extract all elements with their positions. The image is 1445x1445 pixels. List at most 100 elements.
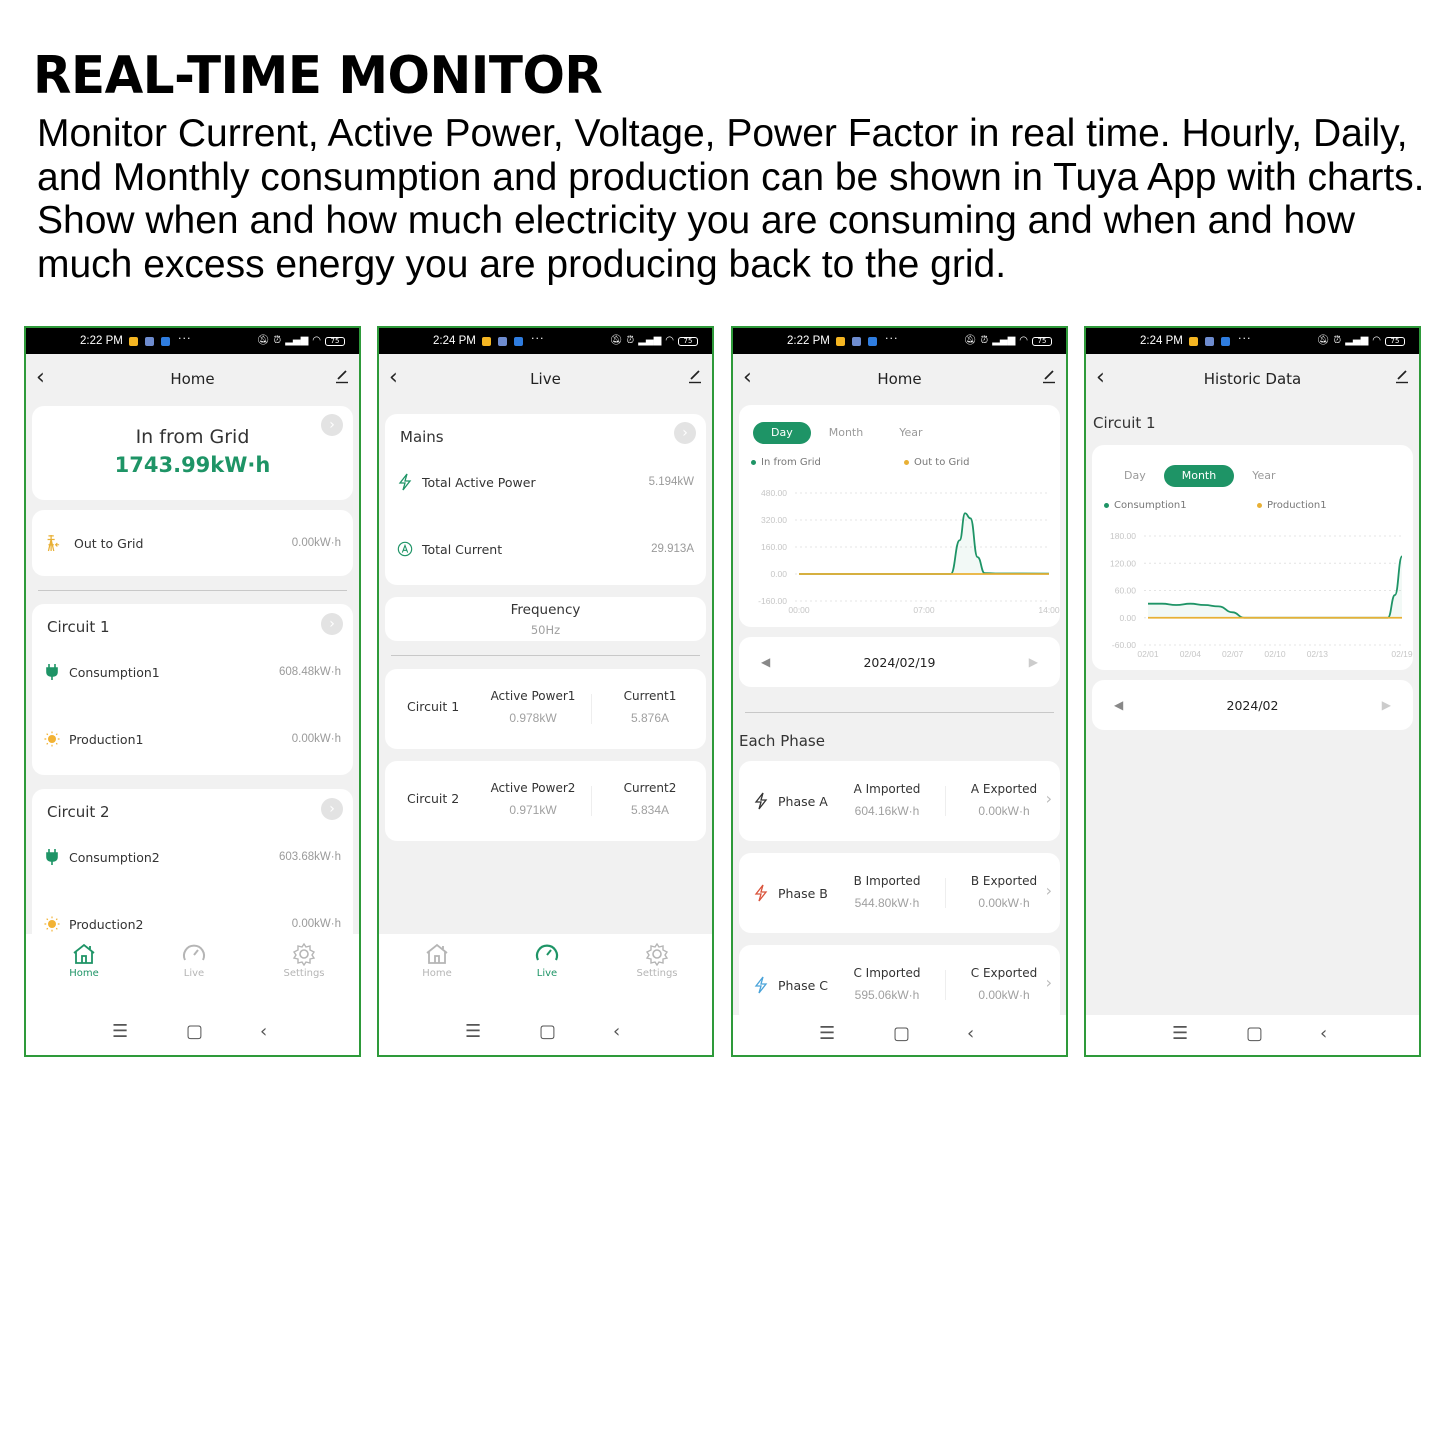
consumption-row: Consumption2 603.68kW·h bbox=[44, 848, 341, 868]
date-navigator: ◀ 2024/02/19 ▶ bbox=[739, 637, 1060, 687]
recents-icon[interactable]: ☰ bbox=[465, 1021, 481, 1042]
divider bbox=[391, 655, 700, 656]
gauge-icon bbox=[535, 944, 559, 961]
phone-screen-home-chart: 2:22 PM ··· 🔕︎ ⏰︎ ▂▄▆ ◠ 75 ‹ Home Day Mo… bbox=[731, 326, 1068, 1057]
phase-card[interactable]: Phase B B Imported 544.80kW·h B Exported… bbox=[739, 853, 1060, 933]
exported-metric: A Exported 0.00kW·h bbox=[954, 782, 1054, 818]
separator bbox=[591, 694, 592, 724]
exported-metric: C Exported 0.00kW·h bbox=[954, 966, 1054, 1002]
app-bar: ‹ Live bbox=[379, 354, 712, 404]
back-nav-icon[interactable]: ‹ bbox=[967, 1023, 974, 1044]
circuit-card[interactable]: › Circuit 2 Consumption2 603.68kW·h Prod… bbox=[32, 789, 353, 949]
chevron-right-icon[interactable]: › bbox=[321, 613, 343, 635]
phase-name: Phase B bbox=[778, 886, 828, 901]
active-power-value: 0.978kW bbox=[509, 711, 557, 725]
chevron-right-icon[interactable]: › bbox=[1046, 881, 1052, 900]
y-tick-label: 0.00 bbox=[770, 569, 787, 579]
month-energy-chart: 180.00 120.00 60.00 0.00 -60.0002/01 02/04 02/… bbox=[1110, 531, 1413, 659]
back-nav-icon[interactable]: ‹ bbox=[613, 1021, 620, 1042]
alarm-icon: ⏰︎ bbox=[1333, 335, 1342, 346]
next-date-button[interactable]: ▶ bbox=[1382, 698, 1391, 712]
phase-b-lightning-icon bbox=[754, 884, 768, 902]
circuit-title: Circuit 1 bbox=[407, 699, 460, 714]
bottom-tab-bar: Home Live Settings bbox=[26, 934, 359, 1014]
phone-screen-live: 2:24 PM ··· 🔕︎ ⏰︎ ▂▄▆ ◠ 75 ‹ Live › Main… bbox=[377, 326, 714, 1057]
screen-title: Live bbox=[530, 370, 561, 388]
y-tick-label: 60.00 bbox=[1115, 586, 1137, 596]
mute-icon: 🔕︎ bbox=[963, 335, 977, 346]
next-date-button[interactable]: ▶ bbox=[1029, 655, 1038, 669]
x-tick-label: 02/13 bbox=[1307, 649, 1329, 659]
circuit-live-card[interactable]: Circuit 1 Active Power1 0.978kW Current1… bbox=[385, 669, 706, 749]
out-to-grid-card[interactable]: Out to Grid 0.00kW·h bbox=[32, 510, 353, 576]
y-tick-label: -160.00 bbox=[758, 596, 787, 606]
chevron-right-icon[interactable]: › bbox=[1046, 973, 1052, 992]
edit-icon[interactable] bbox=[688, 368, 702, 384]
active-power-label: Active Power1 bbox=[490, 689, 576, 703]
recents-icon[interactable]: ☰ bbox=[112, 1021, 128, 1042]
home-nav-icon[interactable]: ▢ bbox=[1246, 1023, 1263, 1044]
status-time: 2:22 PM bbox=[80, 335, 123, 347]
back-nav-icon[interactable]: ‹ bbox=[260, 1021, 267, 1042]
app-bar: ‹ Home bbox=[26, 354, 359, 404]
status-time: 2:24 PM bbox=[1140, 335, 1183, 347]
sun-icon bbox=[44, 731, 60, 747]
in-from-grid-card[interactable]: › In from Grid 1743.99kW·h bbox=[32, 406, 353, 500]
consumption-label: Consumption1 bbox=[69, 665, 160, 680]
battery-icon: 75 bbox=[678, 336, 698, 346]
production-value: 0.00kW·h bbox=[291, 733, 341, 745]
circuit-live-card[interactable]: Circuit 2 Active Power2 0.971kW Current2… bbox=[385, 761, 706, 841]
chevron-right-icon[interactable]: › bbox=[674, 422, 696, 444]
current-label: Current2 bbox=[623, 781, 677, 795]
tab-home[interactable]: Home bbox=[49, 942, 119, 979]
tab-label: Settings bbox=[636, 968, 678, 979]
out-to-grid-label: Out to Grid bbox=[74, 536, 144, 551]
tab-settings[interactable]: Settings bbox=[622, 942, 692, 979]
edit-icon[interactable] bbox=[335, 368, 349, 384]
x-tick-label: 02/01 bbox=[1137, 649, 1159, 659]
phase-card[interactable]: Phase C C Imported 595.06kW·h C Exported… bbox=[739, 945, 1060, 1025]
alarm-icon: ⏰︎ bbox=[980, 335, 989, 346]
tab-label: Live bbox=[183, 968, 205, 979]
wifi-icon: ◠ bbox=[665, 335, 674, 346]
consumption-row: Consumption1 608.48kW·h bbox=[44, 663, 341, 683]
imported-label: A Imported bbox=[853, 782, 921, 796]
consumption-value: 603.68kW·h bbox=[278, 851, 341, 863]
tab-live[interactable]: Live bbox=[512, 942, 582, 979]
tab-home[interactable]: Home bbox=[402, 942, 472, 979]
phase-c-lightning-icon bbox=[754, 976, 768, 994]
phase-card[interactable]: Phase A A Imported 604.16kW·h A Exported… bbox=[739, 761, 1060, 841]
imported-value: 604.16kW·h bbox=[854, 804, 920, 818]
mains-card[interactable]: › Mains Total Active Power 5.194kW Total… bbox=[385, 414, 706, 585]
recents-icon[interactable]: ☰ bbox=[819, 1023, 835, 1044]
imported-metric: A Imported 604.16kW·h bbox=[837, 782, 937, 818]
home-nav-icon[interactable]: ▢ bbox=[186, 1021, 203, 1042]
production-value: 0.00kW·h bbox=[291, 918, 341, 930]
edit-icon[interactable] bbox=[1395, 368, 1409, 384]
edit-icon[interactable] bbox=[1042, 368, 1056, 384]
recents-icon[interactable]: ☰ bbox=[1172, 1023, 1188, 1044]
frequency-card: Frequency 50Hz bbox=[385, 597, 706, 641]
back-nav-icon[interactable]: ‹ bbox=[1320, 1023, 1327, 1044]
screen-title: Home bbox=[170, 370, 215, 388]
home-nav-icon[interactable]: ▢ bbox=[893, 1023, 910, 1044]
tab-settings[interactable]: Settings bbox=[269, 942, 339, 979]
notification-home-icon bbox=[161, 337, 170, 346]
production-row: Production1 0.00kW·h bbox=[44, 730, 341, 750]
circuit-card[interactable]: › Circuit 1 Consumption1 608.48kW·h Prod… bbox=[32, 604, 353, 775]
lightning-icon bbox=[398, 473, 412, 491]
day-energy-chart: 480.00 320.00 160.00 0.00 -160.0000:00 07:00 1… bbox=[758, 488, 1060, 615]
wifi-icon: ◠ bbox=[1019, 335, 1028, 346]
date-navigator: ◀ 2024/02 ▶ bbox=[1092, 680, 1413, 730]
tab-live[interactable]: Live bbox=[159, 942, 229, 979]
x-tick-label: 02/04 bbox=[1180, 649, 1202, 659]
series-area bbox=[1148, 556, 1402, 618]
active-power-value: 0.971kW bbox=[509, 803, 557, 817]
home-nav-icon[interactable]: ▢ bbox=[539, 1021, 556, 1042]
status-bar: 2:22 PM ··· 🔕︎ ⏰︎ ▂▄▆ ◠ 75 bbox=[26, 328, 359, 354]
notification-app-icon bbox=[129, 337, 138, 346]
active-power-metric: Active Power2 0.971kW bbox=[483, 781, 583, 817]
y-tick-label: 0.00 bbox=[1119, 613, 1136, 623]
chevron-right-icon[interactable]: › bbox=[1046, 789, 1052, 808]
chevron-right-icon[interactable]: › bbox=[321, 798, 343, 820]
